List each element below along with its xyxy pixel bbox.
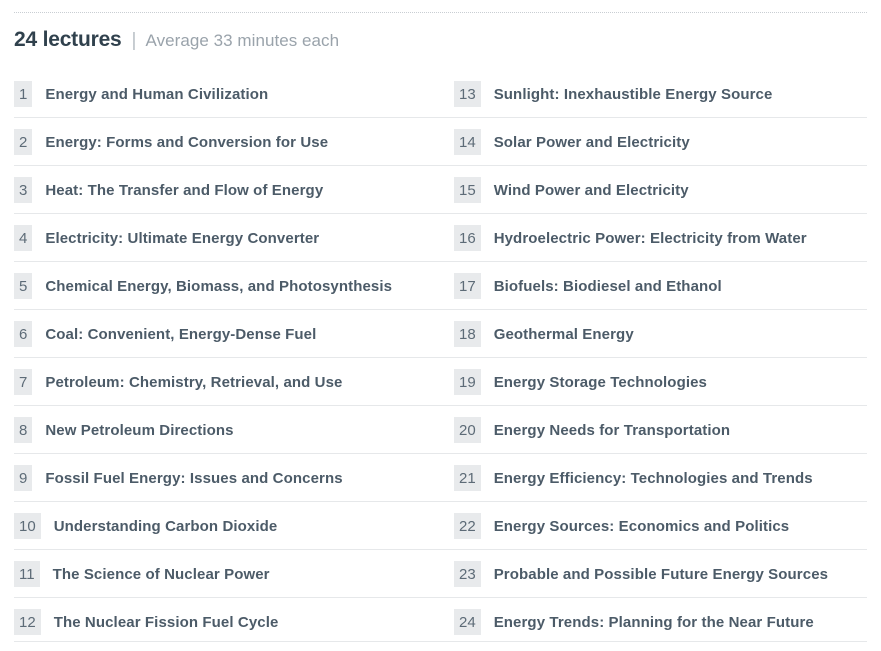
lecture-row: 2 Energy: Forms and Conversion for Use 14 S… [0,118,881,166]
lecture-grid: 1 Energy and Human Civilization 13 Sunlight… [0,70,881,646]
lecture-item[interactable]: 13 Sunlight: Inexhaustible Energy Source [454,70,867,118]
lecture-number-badge: 15 [454,177,481,203]
lecture-item[interactable]: 3 Heat: The Transfer and Flow of Energy [14,166,444,214]
lecture-item[interactable]: 22 Energy Sources: Economics and Politics [454,502,867,550]
lecture-title: Heat: The Transfer and Flow of Energy [45,181,324,199]
lecture-title: Chemical Energy, Biomass, and Photosynth… [45,277,393,295]
lecture-row: 7 Petroleum: Chemistry, Retrieval, and Us… [0,358,881,406]
lecture-number-badge: 10 [14,513,41,539]
lecture-title: The Nuclear Fission Fuel Cycle [53,613,279,631]
lecture-title: Hydroelectric Power: Electricity from Wa… [493,229,807,247]
lecture-number-badge: 12 [14,609,41,635]
lecture-row: 6 Coal: Convenient, Energy-Dense Fuel 18 Ge… [0,310,881,358]
lecture-number-badge: 14 [454,129,481,155]
lecture-item[interactable]: 5 Chemical Energy, Biomass, and Photosynt… [14,262,444,310]
lecture-title: Energy Needs for Transportation [493,421,731,439]
lecture-title: Fossil Fuel Energy: Issues and Concerns [45,469,343,487]
lecture-title: Sunlight: Inexhaustible Energy Source [493,85,773,103]
lecture-number-badge: 19 [454,369,481,395]
lecture-item[interactable]: 9 Fossil Fuel Energy: Issues and Concerns [14,454,444,502]
lecture-number-badge: 17 [454,273,481,299]
lecture-number-badge: 5 [14,273,33,299]
lecture-number-badge: 21 [454,465,481,491]
lecture-title: Solar Power and Electricity [493,133,690,151]
lecture-title: New Petroleum Directions [45,421,234,439]
lecture-title: Coal: Convenient, Energy-Dense Fuel [45,325,317,343]
lecture-item[interactable]: 18 Geothermal Energy [454,310,867,358]
lecture-row: 8 New Petroleum Directions 20 Energy Needs … [0,406,881,454]
header-separator: | [131,30,137,51]
lecture-number-badge: 9 [14,465,33,491]
lecture-row: 10 Understanding Carbon Dioxide 22 Energy S… [0,502,881,550]
lecture-item[interactable]: 23 Probable and Possible Future Energy So… [454,550,867,598]
lecture-number-badge: 20 [454,417,481,443]
lecture-row: 12 The Nuclear Fission Fuel Cycle 24 Energy… [0,598,881,646]
lecture-number-badge: 13 [454,81,481,107]
lecture-item[interactable]: 8 New Petroleum Directions [14,406,444,454]
lecture-title: The Science of Nuclear Power [52,565,270,583]
lecture-item[interactable]: 4 Electricity: Ultimate Energy Converter [14,214,444,262]
lecture-title: Understanding Carbon Dioxide [53,517,278,535]
lecture-item[interactable]: 14 Solar Power and Electricity [454,118,867,166]
lecture-title: Energy: Forms and Conversion for Use [45,133,329,151]
bottom-divider [14,641,867,642]
lecture-item[interactable]: 1 Energy and Human Civilization [14,70,444,118]
lecture-number-badge: 3 [14,177,33,203]
lecture-number-badge: 4 [14,225,33,251]
lecture-item[interactable]: 20 Energy Needs for Transportation [454,406,867,454]
lecture-title: Energy Storage Technologies [493,373,707,391]
lecture-number-badge: 22 [454,513,481,539]
lecture-title: Energy and Human Civilization [45,85,269,103]
lecture-row: 3 Heat: The Transfer and Flow of Energy 15… [0,166,881,214]
lecture-number-badge: 7 [14,369,33,395]
lecture-row: 9 Fossil Fuel Energy: Issues and Concerns… [0,454,881,502]
lecture-item[interactable]: 17 Biofuels: Biodiesel and Ethanol [454,262,867,310]
lecture-title: Wind Power and Electricity [493,181,689,199]
lecture-title: Energy Trends: Planning for the Near Fut… [493,613,814,631]
lecture-item[interactable]: 24 Energy Trends: Planning for the Near F… [454,598,867,646]
lecture-row: 11 The Science of Nuclear Power 23 Probable… [0,550,881,598]
lecture-title: Electricity: Ultimate Energy Converter [45,229,320,247]
lecture-title: Energy Efficiency: Technologies and Tren… [493,469,813,487]
lecture-row: 5 Chemical Energy, Biomass, and Photosynt… [0,262,881,310]
lecture-number-badge: 2 [14,129,33,155]
lecture-item[interactable]: 10 Understanding Carbon Dioxide [14,502,444,550]
lecture-number-badge: 24 [454,609,481,635]
lecture-title: Energy Sources: Economics and Politics [493,517,790,535]
lecture-item[interactable]: 12 The Nuclear Fission Fuel Cycle [14,598,444,646]
lecture-row: 1 Energy and Human Civilization 13 Sunlight… [0,70,881,118]
lecture-list-page: 24 lectures | Average 33 minutes each 1E… [0,0,881,651]
lecture-item[interactable]: 2 Energy: Forms and Conversion for Use [14,118,444,166]
lecture-item[interactable]: 16 Hydroelectric Power: Electricity from … [454,214,867,262]
lecture-item[interactable]: 6 Coal: Convenient, Energy-Dense Fuel [14,310,444,358]
lecture-count-label: 24 lectures [14,28,122,51]
lecture-number-badge: 23 [454,561,481,587]
lecture-number-badge: 18 [454,321,481,347]
lecture-title: Petroleum: Chemistry, Retrieval, and Use [45,373,343,391]
lecture-item[interactable]: 7 Petroleum: Chemistry, Retrieval, and Us… [14,358,444,406]
lecture-number-badge: 6 [14,321,33,347]
lecture-number-badge: 11 [14,561,40,587]
lecture-title: Probable and Possible Future Energy Sour… [493,565,829,583]
lecture-title: Biofuels: Biodiesel and Ethanol [493,277,722,295]
lecture-item[interactable]: 11 The Science of Nuclear Power [14,550,444,598]
lecture-number-badge: 8 [14,417,33,443]
lecture-row: 4 Electricity: Ultimate Energy Converter 1… [0,214,881,262]
lecture-summary-header: 24 lectures | Average 33 minutes each [14,28,339,58]
lecture-number-badge: 16 [454,225,481,251]
average-duration-label: Average 33 minutes each [145,31,340,50]
lecture-item[interactable]: 15 Wind Power and Electricity [454,166,867,214]
lecture-item[interactable]: 21 Energy Efficiency: Technologies and Tr… [454,454,867,502]
lecture-item[interactable]: 19 Energy Storage Technologies [454,358,867,406]
top-dotted-divider [14,12,867,13]
lecture-number-badge: 1 [14,81,33,107]
lecture-title: Geothermal Energy [493,325,634,343]
